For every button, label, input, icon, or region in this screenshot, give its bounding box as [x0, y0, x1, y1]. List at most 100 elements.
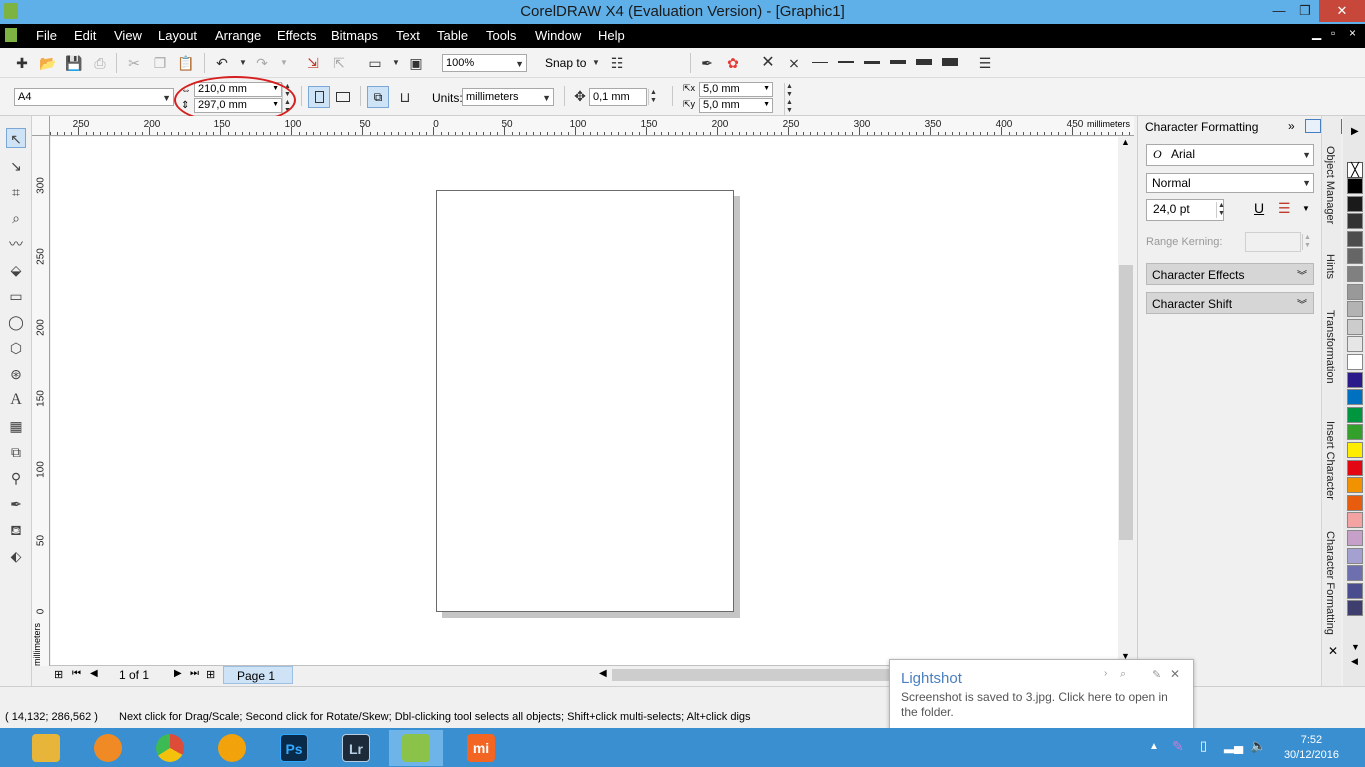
print-icon[interactable]: ⎙: [90, 53, 110, 73]
character-shift-section[interactable]: Character Shift ︾: [1146, 292, 1314, 314]
menu-tools[interactable]: Tools: [486, 28, 516, 43]
duplicate-x-spinner[interactable]: ▲ ▼: [784, 83, 794, 99]
menu-view[interactable]: View: [114, 28, 142, 43]
units-combo[interactable]: millimeters ▼: [462, 88, 554, 106]
table-tool-icon[interactable]: ▦: [6, 416, 26, 436]
tab-character-formatting[interactable]: Character Formatting: [1324, 531, 1336, 635]
tab-insert-character[interactable]: Insert Character: [1324, 421, 1336, 500]
menu-effects[interactable]: Effects: [277, 28, 317, 43]
menu-help[interactable]: Help: [598, 28, 625, 43]
color-swatch[interactable]: [1347, 459, 1363, 476]
redo-dropdown-icon[interactable]: ▼: [274, 53, 294, 73]
palette-expand-icon[interactable]: ◀: [1351, 656, 1358, 667]
outline-width-6-icon[interactable]: [942, 58, 958, 66]
basic-shapes-tool-icon[interactable]: ⊛: [6, 364, 26, 384]
color-swatch[interactable]: [1347, 547, 1363, 564]
close-button[interactable]: ✕: [1319, 0, 1365, 22]
chevron-down-icon[interactable]: ▼: [1302, 204, 1310, 213]
scroll-left-icon[interactable]: ◀: [599, 668, 607, 679]
smart-fill-tool-icon[interactable]: ⬙: [6, 260, 26, 280]
color-swatch[interactable]: [1347, 336, 1363, 353]
taskbar-file-explorer[interactable]: [19, 730, 73, 766]
color-swatch[interactable]: [1347, 230, 1363, 247]
cut-icon[interactable]: ✂: [124, 53, 144, 73]
crop-tool-icon[interactable]: ⌗: [6, 182, 26, 202]
doc-close-button[interactable]: ×: [1349, 26, 1356, 40]
color-swatch[interactable]: [1347, 283, 1363, 300]
taskbar-lightroom[interactable]: Lr: [329, 730, 383, 766]
no-color-swatch[interactable]: ╳: [1347, 162, 1363, 178]
tray-clock[interactable]: 7:52 30/12/2016: [1284, 733, 1339, 763]
redo-icon[interactable]: ↷: [252, 53, 272, 73]
shape-tool-icon[interactable]: ↘: [6, 156, 26, 176]
color-swatch[interactable]: [1347, 371, 1363, 388]
menu-file[interactable]: File: [36, 28, 57, 43]
nudge-distance-field[interactable]: 0,1 mm: [589, 88, 647, 106]
ellipse-tool-icon[interactable]: ◯: [6, 312, 26, 332]
color-swatch[interactable]: [1347, 213, 1363, 230]
tray-pen-icon[interactable]: ✎: [1172, 738, 1184, 755]
tab-transformation[interactable]: Transformation: [1324, 310, 1336, 384]
export-icon[interactable]: ⇱: [329, 53, 349, 73]
last-page-icon[interactable]: ⏭: [190, 668, 199, 679]
font-style-combo[interactable]: Normal ▼: [1146, 173, 1314, 193]
new-icon[interactable]: ✚: [12, 53, 32, 73]
taskbar-media-player[interactable]: [205, 730, 259, 766]
menu-text[interactable]: Text: [396, 28, 420, 43]
range-kerning-field[interactable]: [1245, 232, 1301, 252]
save-icon[interactable]: 💾: [64, 53, 84, 73]
taskbar-coreldraw[interactable]: [389, 730, 443, 766]
polygon-tool-icon[interactable]: ⬡: [6, 338, 26, 358]
duplicate-y-spinner[interactable]: ▲ ▼: [784, 99, 794, 115]
no-outline-icon[interactable]: ✕: [758, 53, 778, 73]
font-size-field[interactable]: 24,0 pt: [1146, 199, 1224, 221]
tool-icon[interactable]: ✎: [1152, 668, 1161, 681]
doc-restore-button[interactable]: ▫: [1331, 26, 1335, 40]
color-swatch[interactable]: [1347, 389, 1363, 406]
rectangle-tool-icon[interactable]: ▭: [6, 286, 26, 306]
color-swatch[interactable]: [1347, 477, 1363, 494]
outline-width-2-icon[interactable]: [838, 61, 854, 63]
snap-to-label[interactable]: Snap to: [545, 56, 586, 70]
lightshot-notification[interactable]: Lightshot Screenshot is saved to 3.jpg. …: [889, 659, 1194, 729]
copy-icon[interactable]: ❐: [150, 53, 170, 73]
menu-bitmaps[interactable]: Bitmaps: [331, 28, 378, 43]
color-swatch[interactable]: [1347, 406, 1363, 423]
tray-expand-icon[interactable]: ▲: [1149, 741, 1159, 752]
paste-icon[interactable]: 📋: [176, 53, 196, 73]
tab-object-manager[interactable]: Object Manager: [1324, 146, 1336, 224]
vertical-scroll-thumb[interactable]: [1119, 265, 1133, 540]
color-swatch[interactable]: [1347, 178, 1363, 194]
freehand-tool-icon[interactable]: 〰: [6, 234, 26, 254]
interactive-fill-tool-icon[interactable]: ⬖: [6, 546, 26, 566]
color-swatch[interactable]: [1347, 494, 1363, 511]
horizontal-ruler[interactable]: 250 200 150 100 50 0 50 100 150 200 250 …: [50, 116, 1134, 136]
page-tab[interactable]: Page 1: [223, 666, 293, 684]
current-page-icon[interactable]: ⊔: [395, 87, 415, 107]
outline-width-4-icon[interactable]: [890, 60, 906, 64]
palette-scroll-down-icon[interactable]: ▼: [1351, 642, 1360, 652]
paper-type-combo[interactable]: A4 ▼: [14, 88, 174, 106]
volume-icon[interactable]: 🔈: [1250, 738, 1266, 754]
document-icon[interactable]: [5, 28, 17, 42]
duplicate-distance-y-field[interactable]: 5,0 mm ▼: [699, 98, 773, 113]
undo-icon[interactable]: ↶: [212, 53, 232, 73]
application-launcher-icon[interactable]: ▭: [365, 53, 385, 73]
menu-layout[interactable]: Layout: [158, 28, 197, 43]
color-swatch[interactable]: [1347, 301, 1363, 318]
close-icon[interactable]: ✕: [1170, 667, 1180, 681]
menu-window[interactable]: Window: [535, 28, 581, 43]
taskbar-chrome[interactable]: [143, 730, 197, 766]
horizontal-scroll-thumb[interactable]: [612, 669, 892, 681]
eyedropper-tool-icon[interactable]: ⚲: [6, 468, 26, 488]
color-swatch[interactable]: [1347, 266, 1363, 282]
color-wheel-icon[interactable]: ✿: [723, 53, 743, 73]
range-kerning-spinner[interactable]: ▲ ▼: [1302, 234, 1312, 250]
zoom-icon[interactable]: ⌕: [1120, 668, 1126, 681]
fill-tool-icon[interactable]: ⛾: [6, 520, 26, 540]
menu-arrange[interactable]: Arrange: [215, 28, 261, 43]
all-pages-button[interactable]: ⧉: [367, 86, 389, 108]
previous-page-icon[interactable]: ◀: [90, 668, 98, 679]
color-swatch[interactable]: [1347, 582, 1363, 599]
text-tool-icon[interactable]: A: [6, 390, 26, 410]
